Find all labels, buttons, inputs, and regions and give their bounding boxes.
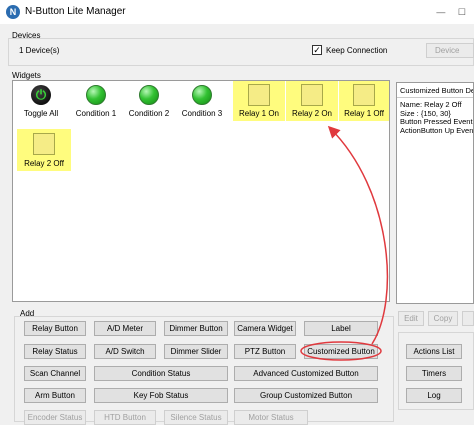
window-title: N-Button Lite Manager (25, 6, 126, 17)
widget-label: Toggle All (23, 109, 59, 118)
ad-switch-button[interactable]: A/D Switch (94, 344, 156, 359)
timers-button[interactable]: Timers (406, 366, 462, 381)
relay-square-icon (301, 84, 323, 106)
status-led-icon (139, 85, 159, 105)
camera-widget-button[interactable]: Camera Widget (234, 321, 296, 336)
property-line: ActionButton Up Even (400, 125, 474, 135)
label-button[interactable]: Label (304, 321, 378, 336)
copy-button[interactable]: Copy (428, 311, 458, 326)
relay-square-icon (33, 133, 55, 155)
devices-button[interactable]: Device (426, 43, 474, 58)
condition-status-button[interactable]: Condition Status (94, 366, 228, 381)
relay-button-button[interactable]: Relay Button (24, 321, 86, 336)
relay-square-icon (248, 84, 270, 106)
widget-label: Relay 2 Off (24, 159, 64, 168)
condition-2-widget[interactable]: Condition 2 (124, 83, 174, 119)
widget-label: Condition 2 (128, 109, 170, 118)
actions-list-button[interactable]: Actions List (406, 344, 462, 359)
devices-group (8, 38, 474, 66)
htd-button-button[interactable]: HTD Button (94, 410, 156, 425)
widget-label: Relay 1 Off (344, 109, 384, 118)
relay-2-on-widget[interactable]: Relay 2 On (286, 81, 338, 121)
customized-button-button[interactable]: Customized Button (304, 344, 378, 359)
widget-label: Relay 1 On (238, 109, 280, 118)
edit-button[interactable]: Edit (398, 311, 424, 326)
scan-channel-button[interactable]: Scan Channel (24, 366, 86, 381)
relay-1-off-widget[interactable]: Relay 1 Off (339, 81, 389, 121)
status-led-icon (192, 85, 212, 105)
title-bar: N N-Button Lite Manager — ☐ (0, 0, 474, 24)
group-customized-button-button[interactable]: Group Customized Button (234, 388, 378, 403)
motor-status-button[interactable]: Motor Status (234, 410, 308, 425)
relay-status-button[interactable]: Relay Status (24, 344, 86, 359)
ptz-button-button[interactable]: PTZ Button (234, 344, 296, 359)
widget-label: Condition 3 (181, 109, 223, 118)
window-controls: — ☐ (426, 7, 466, 18)
power-icon: ⏻ (31, 85, 51, 105)
relay-1-on-widget[interactable]: Relay 1 On (233, 81, 285, 121)
toggle-all-widget[interactable]: ⏻ Toggle All (21, 83, 61, 119)
properties-title: Customized Button De (400, 86, 474, 95)
more-button[interactable] (462, 311, 474, 326)
keep-connection-checkbox[interactable]: ✓ (312, 45, 322, 55)
app-icon: N (6, 5, 20, 19)
key-fob-status-button[interactable]: Key Fob Status (94, 388, 228, 403)
device-count: 1 Device(s) (19, 46, 60, 55)
arm-button-button[interactable]: Arm Button (24, 388, 86, 403)
maximize-icon[interactable]: ☐ (458, 7, 466, 17)
dimmer-slider-button[interactable]: Dimmer Slider (164, 344, 228, 359)
properties-panel: Customized Button De Name: Relay 2 Off S… (396, 82, 474, 304)
widgets-group-label: Widgets (12, 71, 41, 80)
condition-1-widget[interactable]: Condition 1 (71, 83, 121, 119)
properties-divider (397, 97, 473, 98)
minimize-icon[interactable]: — (436, 7, 445, 17)
widget-label: Relay 2 On (291, 109, 333, 118)
keep-connection-label: Keep Connection (326, 46, 388, 55)
condition-3-widget[interactable]: Condition 3 (177, 83, 227, 119)
ad-meter-button[interactable]: A/D Meter (94, 321, 156, 336)
relay-2-off-widget[interactable]: Relay 2 Off (17, 129, 71, 171)
silence-status-button[interactable]: Silence Status (164, 410, 228, 425)
dimmer-button-button[interactable]: Dimmer Button (164, 321, 228, 336)
status-led-icon (86, 85, 106, 105)
advanced-customized-button-button[interactable]: Advanced Customized Button (234, 366, 378, 381)
widget-label: Condition 1 (75, 109, 117, 118)
relay-square-icon (353, 84, 375, 106)
encoder-status-button[interactable]: Encoder Status (24, 410, 86, 425)
log-button[interactable]: Log (406, 388, 462, 403)
widget-canvas[interactable]: ⏻ Toggle All Condition 1 Condition 2 Con… (12, 80, 390, 302)
